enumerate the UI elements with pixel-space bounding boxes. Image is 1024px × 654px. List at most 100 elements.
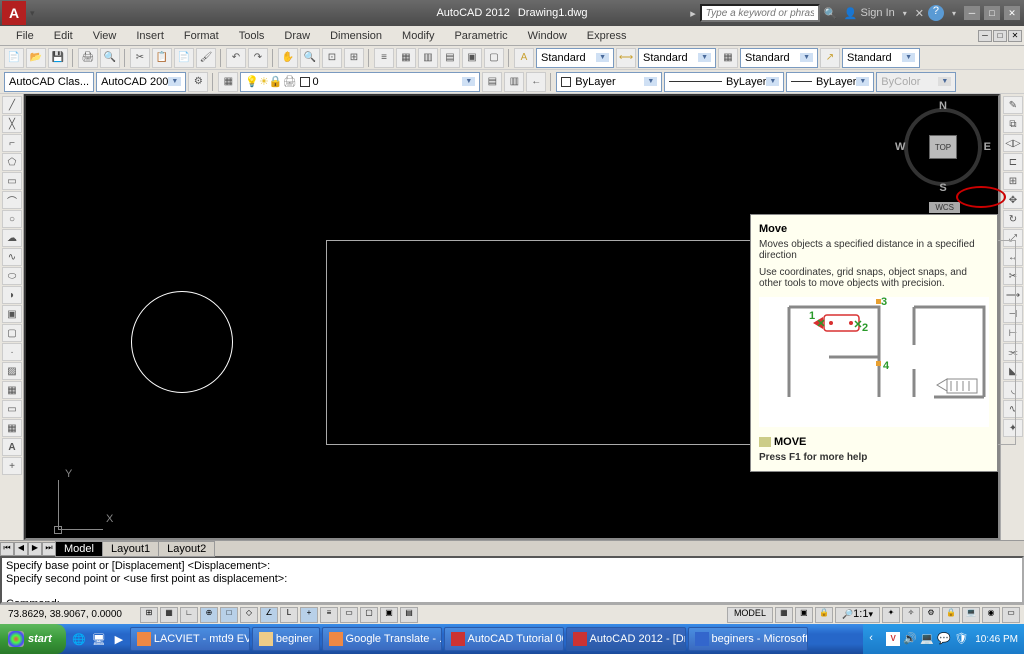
dc-icon[interactable]: ▦	[396, 48, 416, 68]
toolbar-lock-icon[interactable]: 🔒	[942, 607, 960, 623]
hatch-icon[interactable]: ▨	[2, 362, 22, 380]
region-icon[interactable]: ▭	[2, 400, 22, 418]
circle-icon[interactable]: ○	[2, 210, 22, 228]
offset-icon[interactable]: ⊏	[1003, 153, 1023, 171]
layer-iso-icon[interactable]: ▥	[504, 72, 524, 92]
view-cube[interactable]: N S E W TOP	[898, 102, 988, 192]
open-icon[interactable]: 📂	[26, 48, 46, 68]
sign-in-button[interactable]: 👤Sign In	[844, 7, 895, 20]
spline-icon[interactable]: ∿	[2, 248, 22, 266]
layer-dropdown[interactable]: 💡☀🔒🖨0▼	[240, 72, 480, 92]
task-autocad[interactable]: AutoCAD 2012 - [Dr...	[566, 627, 686, 651]
copy-icon[interactable]: 📋	[152, 48, 172, 68]
linetype-dropdown[interactable]: ByLayer▼	[664, 72, 784, 92]
otrack-toggle[interactable]: ∠	[260, 607, 278, 623]
sheet-set-icon[interactable]: ▤	[440, 48, 460, 68]
quickview-drawings-icon[interactable]: ▣	[795, 607, 813, 623]
tray-expand-icon[interactable]: ‹	[869, 632, 883, 646]
quickcalc-icon[interactable]: ▢	[484, 48, 504, 68]
tab-last-icon[interactable]: ⏭	[42, 542, 56, 556]
tab-model[interactable]: Model	[55, 541, 103, 557]
start-button[interactable]: start	[0, 624, 66, 654]
tray-shield-icon[interactable]: 🛡	[954, 632, 968, 646]
tab-first-icon[interactable]: ⏮	[0, 542, 14, 556]
doc-close-button[interactable]: ✕	[1008, 30, 1022, 42]
3dosnap-toggle[interactable]: ◇	[240, 607, 258, 623]
move-icon[interactable]: ✥	[1003, 191, 1023, 209]
ws-settings-icon[interactable]: ⚙	[188, 72, 208, 92]
paste-icon[interactable]: 📄	[174, 48, 194, 68]
menu-edit[interactable]: Edit	[46, 28, 81, 44]
rectangle-icon[interactable]: ▭	[2, 172, 22, 190]
ellipse-icon[interactable]: ⬭	[2, 267, 22, 285]
drawing-canvas[interactable]: Y X N S E W TOP WCS Move Moves objects a…	[24, 94, 1000, 540]
exchange-icon[interactable]: ✕	[915, 7, 924, 20]
tab-prev-icon[interactable]: ◀	[14, 542, 28, 556]
insert-block-icon[interactable]: ▣	[2, 305, 22, 323]
menu-dimension[interactable]: Dimension	[322, 28, 390, 44]
menu-file[interactable]: File	[8, 28, 42, 44]
search-arrow-icon[interactable]: ▸	[690, 7, 696, 20]
circle-entity[interactable]	[131, 291, 233, 393]
polyline-icon[interactable]: ⌐	[2, 134, 22, 152]
tablestyle-dropdown[interactable]: Standard▼	[740, 48, 818, 68]
properties-icon[interactable]: ≡	[374, 48, 394, 68]
add-selected-icon[interactable]: +	[2, 457, 22, 475]
menu-modify[interactable]: Modify	[394, 28, 442, 44]
menu-express[interactable]: Express	[579, 28, 635, 44]
gradient-icon[interactable]: ▦	[2, 381, 22, 399]
ql-desktop-icon[interactable]: 🖥	[90, 628, 108, 650]
mleaderstyle-dropdown[interactable]: Standard▼	[842, 48, 920, 68]
polygon-icon[interactable]: ⬠	[2, 153, 22, 171]
menu-format[interactable]: Format	[176, 28, 227, 44]
doc-restore-button[interactable]: □	[993, 30, 1007, 42]
dim-icon[interactable]: ⟷	[616, 48, 636, 68]
qp-toggle[interactable]: ▢	[360, 607, 378, 623]
qat-arrow-icon[interactable]: ▾	[30, 8, 35, 19]
task-lacviet[interactable]: LACVIET - mtd9 EVA...	[130, 627, 250, 651]
table-icon[interactable]: ▦	[718, 48, 738, 68]
tab-layout1[interactable]: Layout1	[102, 541, 159, 557]
tab-layout2[interactable]: Layout2	[158, 541, 215, 557]
erase-icon[interactable]: ✎	[1003, 96, 1023, 114]
tray-vol-icon[interactable]: 🔊	[903, 632, 917, 646]
pan-icon[interactable]: ✋	[278, 48, 298, 68]
compass-north[interactable]: N	[939, 100, 947, 112]
help-icon[interactable]: ?	[928, 5, 944, 21]
wcs-label[interactable]: WCS	[929, 202, 960, 213]
tray-clock[interactable]: 10:46 PM	[975, 634, 1018, 645]
array-icon[interactable]: ⊞	[1003, 172, 1023, 190]
menu-view[interactable]: View	[85, 28, 125, 44]
arc-icon[interactable]: ⌒	[2, 191, 22, 209]
tpy-toggle[interactable]: ▭	[340, 607, 358, 623]
infocenter-icon[interactable]: 🔍	[824, 7, 840, 20]
menu-insert[interactable]: Insert	[128, 28, 172, 44]
task-word[interactable]: beginers - Microsoft ...	[688, 627, 808, 651]
compass-east[interactable]: E	[984, 141, 991, 153]
tray-msg-icon[interactable]: 💬	[937, 632, 951, 646]
task-tutorial[interactable]: AutoCAD Tutorial 00...	[444, 627, 564, 651]
task-beginer[interactable]: beginer	[252, 627, 320, 651]
tray-lang-icon[interactable]: V	[886, 632, 900, 646]
rotate-icon[interactable]: ↻	[1003, 210, 1023, 228]
maximize-button[interactable]: □	[984, 6, 1000, 20]
text-icon[interactable]: A	[2, 438, 22, 456]
close-button[interactable]: ✕	[1004, 6, 1020, 20]
zoom-rt-icon[interactable]: 🔍	[300, 48, 320, 68]
menu-window[interactable]: Window	[520, 28, 575, 44]
osnap-toggle[interactable]: □	[220, 607, 238, 623]
ellipse-arc-icon[interactable]: ◗	[2, 286, 22, 304]
layer-states-icon[interactable]: ▤	[482, 72, 502, 92]
coordinates[interactable]: 73.8629, 38.9067, 0.0000	[4, 609, 126, 620]
menu-draw[interactable]: Draw	[276, 28, 318, 44]
ortho-toggle[interactable]: ∟	[180, 607, 198, 623]
ws-switch-icon[interactable]: ⚙	[922, 607, 940, 623]
new-icon[interactable]: 📄	[4, 48, 24, 68]
menu-parametric[interactable]: Parametric	[446, 28, 515, 44]
ql-media-icon[interactable]: ▶	[110, 628, 128, 650]
cut-icon[interactable]: ✂	[130, 48, 150, 68]
minimize-button[interactable]: ─	[964, 6, 980, 20]
command-window[interactable]: Specify base point or [Displacement] <Di…	[0, 556, 1024, 604]
ducs-toggle[interactable]: L	[280, 607, 298, 623]
compass-west[interactable]: W	[895, 141, 905, 153]
